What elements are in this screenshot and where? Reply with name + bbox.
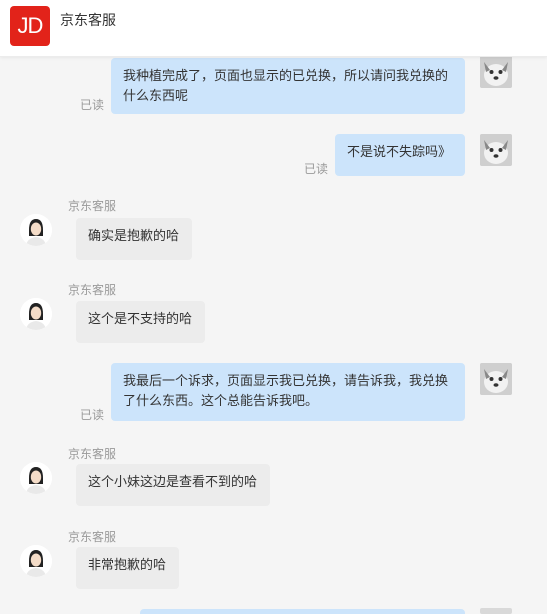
agent-avatar-icon[interactable]	[20, 545, 52, 577]
agent-avatar-icon[interactable]	[20, 462, 52, 494]
sender-name: 京东客服	[68, 530, 117, 544]
chat-header: JD 京东客服	[0, 0, 547, 57]
read-receipt: 已读	[304, 162, 329, 176]
agent-message-bubble: 这个小妹这边是查看不到的哈	[76, 464, 270, 506]
chat-message-list[interactable]: 我种植完成了，页面也显示的已兑换，所以请问我兑换的什么东西呢 已读 不是说不失踪…	[0, 56, 547, 614]
agent-message-bubble: 这个是不支持的哈	[76, 301, 205, 343]
chat-title: 京东客服	[60, 13, 116, 29]
user-message-bubble: 不是说不失踪吗》	[335, 134, 465, 176]
user-message-bubble	[140, 609, 465, 614]
user-avatar-icon[interactable]	[480, 363, 512, 395]
sender-name: 京东客服	[68, 283, 117, 297]
agent-message-bubble: 非常抱歉的哈	[76, 547, 179, 589]
jd-logo: JD	[10, 6, 50, 46]
sender-name: 京东客服	[68, 199, 117, 213]
agent-avatar-icon[interactable]	[20, 214, 52, 246]
user-avatar-icon[interactable]	[480, 56, 512, 88]
user-avatar-icon[interactable]	[480, 134, 512, 166]
agent-message-bubble: 确实是抱歉的哈	[76, 218, 192, 260]
user-message-bubble: 我最后一个诉求，页面显示我已兑换，请告诉我，我兑换了什么东西。这个总能告诉我吧。	[111, 363, 465, 421]
agent-avatar-icon[interactable]	[20, 298, 52, 330]
sender-name: 京东客服	[68, 447, 117, 461]
read-receipt: 已读	[80, 98, 105, 112]
read-receipt: 已读	[80, 408, 105, 422]
user-message-bubble: 我种植完成了，页面也显示的已兑换，所以请问我兑换的什么东西呢	[111, 58, 465, 114]
user-avatar-icon[interactable]	[480, 608, 512, 614]
